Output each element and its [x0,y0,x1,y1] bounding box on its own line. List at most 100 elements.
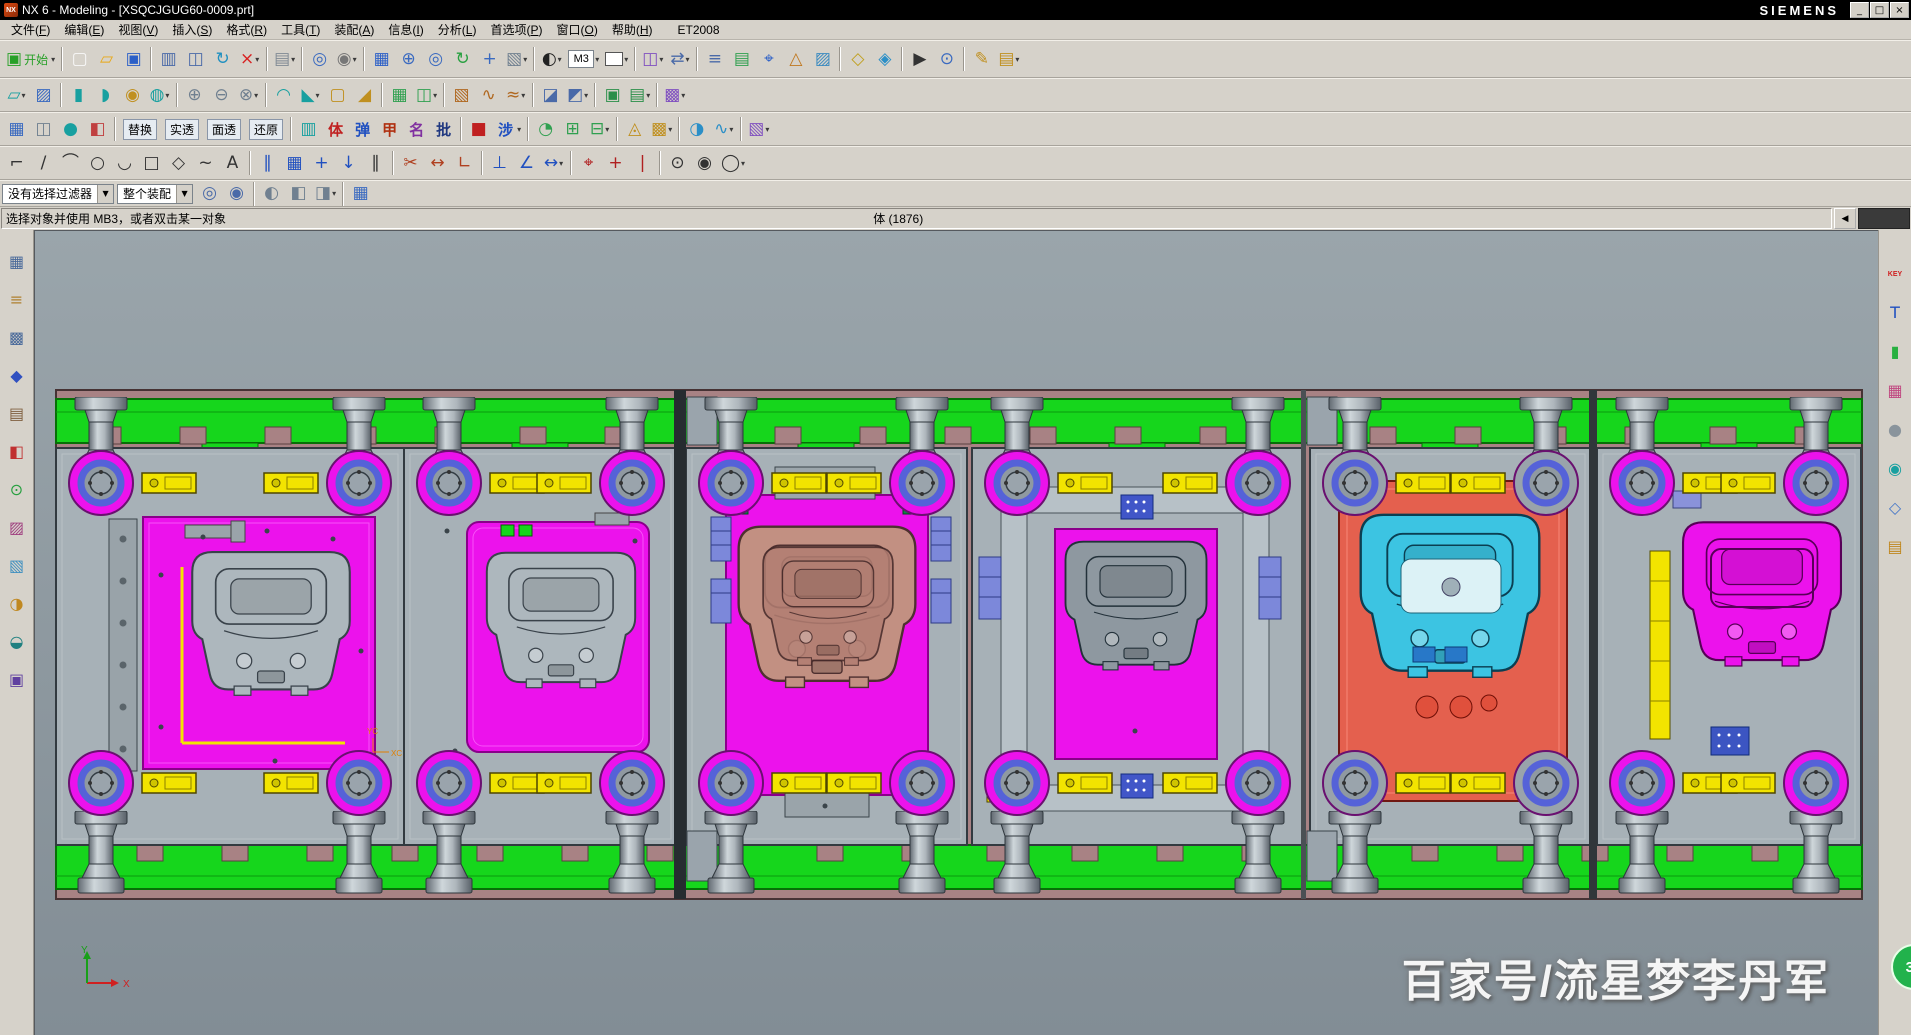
face-translucency-button[interactable]: 面透 [203,116,245,143]
circle-center-icon[interactable]: ⊙ [664,150,691,177]
menu-T[interactable]: 工具(T) [274,20,327,39]
text-icon[interactable]: A [219,150,246,177]
sketch-icon[interactable]: ▨ [30,82,57,109]
studio-spline-icon[interactable]: ~ [192,150,219,177]
crosshair-icon[interactable]: ⌖ [575,150,602,177]
dimension-icon[interactable]: ↔▾ [540,150,567,177]
reuse-library-icon[interactable]: ▤ [5,402,29,426]
make-corner-icon[interactable]: ∟ [451,150,478,177]
perspective-icon[interactable]: ▧▾ [503,46,530,73]
measure-icon[interactable]: ◇ [844,46,871,73]
pattern-feature-icon[interactable]: ▦ [386,82,413,109]
pattern-curve-icon[interactable]: ▦ [281,150,308,177]
annotation-icon[interactable]: ✎ [968,46,995,73]
draft-icon[interactable]: ◢ [351,82,378,109]
red-cube-icon[interactable]: ■ [465,116,492,143]
chamfer-icon[interactable]: ◣▾ [297,82,324,109]
show-hide-icon[interactable]: ◫▾ [639,46,666,73]
profile-icon[interactable]: ⌐ [3,150,30,177]
selection-filter-dropdown[interactable]: 没有选择过滤器 ▼ [2,184,114,204]
boss-icon[interactable]: ◍▾ [146,82,173,109]
constraints-icon[interactable]: ⊥ [486,150,513,177]
rectangle-icon[interactable]: □ [138,150,165,177]
hole-icon[interactable]: ◉ [119,82,146,109]
fillet-icon[interactable]: ◡ [111,150,138,177]
intersection-point-icon[interactable]: + [308,150,335,177]
promote-body-icon[interactable]: ⊟▾ [586,116,613,143]
shell-icon[interactable]: ▢ [324,82,351,109]
render-section-icon[interactable]: ◧ [84,116,111,143]
intersect-icon[interactable]: ⊗▾ [235,82,262,109]
mirror-feature-icon[interactable]: ◫▾ [413,82,440,109]
shaded-display-icon[interactable]: ◐▾ [538,46,565,73]
teapot-icon[interactable]: ◉ [1883,457,1907,481]
tile-windows-icon[interactable]: ▦ [5,250,29,274]
assembly-constraints-icon[interactable]: ≡ [701,46,728,73]
offset-surface-icon[interactable]: ▧ [448,82,475,109]
chevron-down-icon[interactable]: ▼ [97,185,113,203]
spring-tool-button[interactable]: 弹 [349,116,376,143]
open-modified-icon[interactable]: ▥ [155,46,182,73]
quick-extend-icon[interactable]: ↔ [424,150,451,177]
command-finder-icon[interactable]: ◎ [306,46,333,73]
wave-geometry-icon[interactable]: ◔ [532,116,559,143]
revolve-icon[interactable]: ◗ [92,82,119,109]
process-studio-icon[interactable]: ▨ [5,516,29,540]
line-icon[interactable]: / [30,150,57,177]
fit-view-icon[interactable]: ▦ [368,46,395,73]
cascade-windows-icon[interactable]: ◫ [30,116,57,143]
copy-display-icon[interactable]: ▤▾ [271,46,298,73]
system-visualization-icon[interactable]: ▣ [5,668,29,692]
face-analysis-icon[interactable]: ◑ [683,116,710,143]
interpart-icon[interactable]: △ [782,46,809,73]
curve-display-icon[interactable]: ▥ [295,116,322,143]
arc-icon[interactable]: ⌒ [57,150,84,177]
assembly-navigator-icon[interactable]: ≡ [5,288,29,312]
snap-point-icon[interactable]: ⊙ [933,46,960,73]
restore-button[interactable]: 还原 [245,116,287,143]
roles-icon[interactable]: ◒ [5,630,29,654]
select-arrow-icon[interactable]: ▶ [906,46,933,73]
menu-A[interactable]: 装配(A) [327,20,381,39]
view-preset-dropdown[interactable]: M3▾ [565,46,602,73]
batch-button[interactable]: 批 [430,116,457,143]
split-body-icon[interactable]: ◩▾ [564,82,591,109]
workspace-icon[interactable]: ▦ [347,180,374,207]
datum-plane-icon[interactable]: ▱▾ [3,82,30,109]
find-in-navigator-icon[interactable]: ◎ [196,180,223,207]
object-color-swatch[interactable]: ▾ [602,46,631,73]
close-button[interactable]: × [1890,2,1909,18]
selection-scope-dropdown[interactable]: 整个装配 ▼ [117,184,193,204]
offset-curve-icon[interactable]: ∥ [254,150,281,177]
maximize-button[interactable]: □ [1870,2,1889,18]
list-view-icon[interactable]: ▤▾ [995,46,1022,73]
new-file-icon[interactable]: ▢ [66,46,93,73]
circle-icon[interactable]: ○ [84,150,111,177]
derived-lines-icon[interactable]: ∥ [362,150,389,177]
battery-icon[interactable]: ▮ [1883,340,1907,364]
through-curves-icon[interactable]: ∿ [475,82,502,109]
show-body-button[interactable]: 体 [322,116,349,143]
analysis-icon[interactable]: ◈ [871,46,898,73]
minimize-button[interactable]: _ [1850,2,1869,18]
snap-grid-icon[interactable]: ▦ [3,116,30,143]
movie-capture-icon[interactable]: ◑ [5,592,29,616]
polygon-icon[interactable]: ◇ [165,150,192,177]
hd3d-tools-icon[interactable]: ◧ [5,440,29,464]
text-tool-icon[interactable]: T [1883,301,1907,325]
menu-F[interactable]: 文件(F) [4,20,57,39]
extrude-icon[interactable]: ▮ [65,82,92,109]
docked-panel-strip[interactable] [1858,208,1910,229]
auto-constrain-icon[interactable]: ∠ [513,150,540,177]
sphere-icon[interactable]: ● [1883,418,1907,442]
part-navigator-icon[interactable]: ◆ [5,364,29,388]
ellipse-icon[interactable]: ◯▾ [718,150,748,177]
toolbar-overflow-button[interactable]: ◀ [1834,208,1856,229]
replace-button[interactable]: 替换 [119,116,161,143]
section-view-icon[interactable]: ◧ [285,180,312,207]
delete-icon[interactable]: ×▾ [236,46,263,73]
touch-mode-icon[interactable]: ◉▾ [333,46,360,73]
quick-trim-icon[interactable]: ✂ [397,150,424,177]
key-shortcut-icon[interactable]: KEY [1883,262,1907,286]
true-shading-button[interactable]: 实透 [161,116,203,143]
